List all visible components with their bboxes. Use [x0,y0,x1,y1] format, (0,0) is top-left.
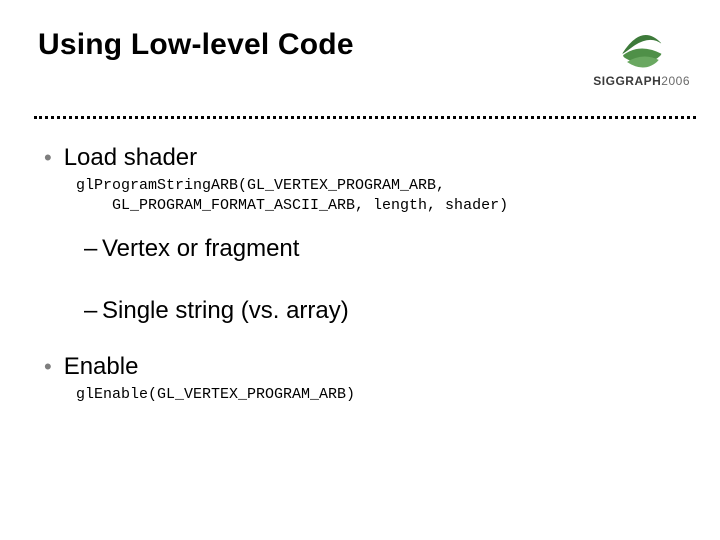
sub-bullet-vertex-fragment: –Vertex or fragment [84,235,680,263]
bullet-load-shader: • Load shader [44,144,680,172]
code-snippet-enable: glEnable(GL_VERTEX_PROGRAM_ARB) [76,385,680,405]
brand-year: 2006 [661,74,690,88]
content-area: • Load shader glProgramStringARB(GL_VERT… [44,138,680,405]
conference-logo: SIGGRAPH2006 [593,28,690,88]
sub-bullet-single-string: –Single string (vs. array) [84,297,680,325]
bullet-enable: • Enable [44,353,680,381]
brand-name: SIGGRAPH [593,74,661,88]
dash-icon: – [84,297,102,325]
bullet-dot-icon: • [44,147,52,169]
code-snippet-load: glProgramStringARB(GL_VERTEX_PROGRAM_ARB… [76,176,680,217]
dash-icon: – [84,235,102,263]
globe-swirl-icon [619,28,665,70]
code-line: glEnable(GL_VERTEX_PROGRAM_ARB) [76,386,355,403]
sub-bullet-label: Single string (vs. array) [102,297,349,324]
bullet-label: Enable [64,353,139,381]
dotted-divider [34,116,696,119]
code-line: glProgramStringARB(GL_VERTEX_PROGRAM_ARB… [76,177,445,194]
bullet-dot-icon: • [44,356,52,378]
sub-bullet-label: Vertex or fragment [102,235,299,262]
slide: Using Low-level Code SIGGRAPH2006 • Load [0,0,720,540]
code-line: GL_PROGRAM_FORMAT_ASCII_ARB, length, sha… [76,197,508,214]
bullet-label: Load shader [64,144,197,172]
brand-label: SIGGRAPH2006 [593,74,690,88]
slide-title: Using Low-level Code [38,28,354,62]
